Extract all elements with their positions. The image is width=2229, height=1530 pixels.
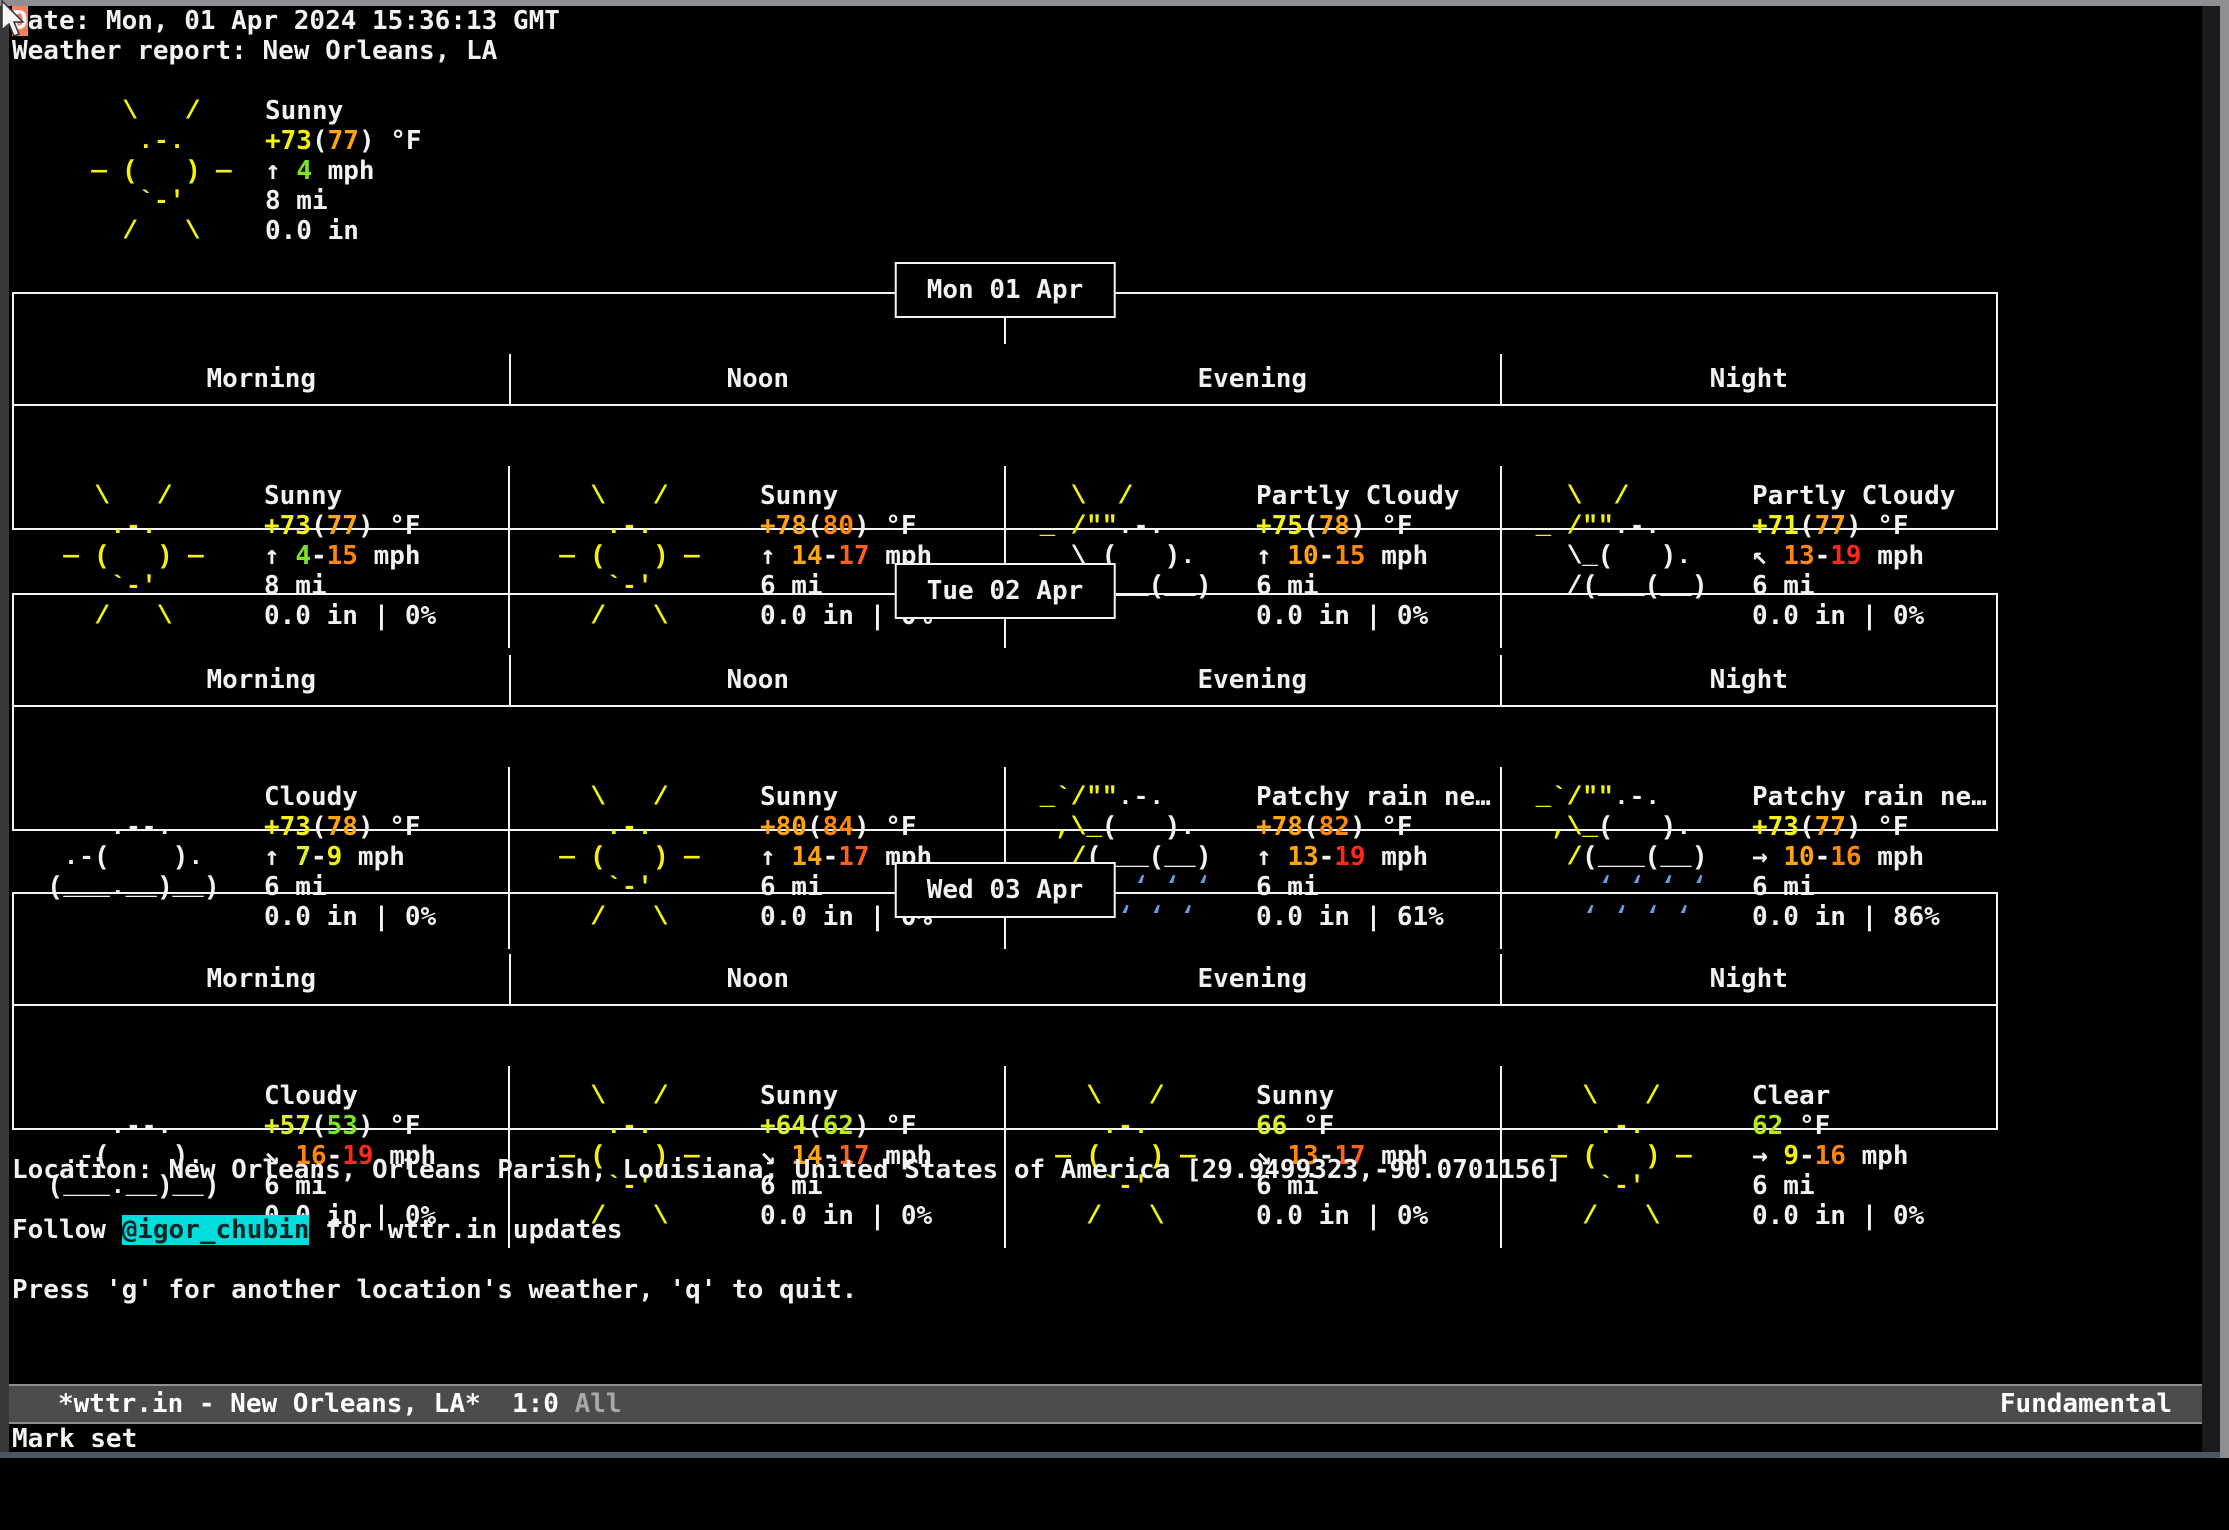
temperature-text: +80(84) °F xyxy=(760,812,932,842)
wind-text: ↑ 4-15 mph xyxy=(264,541,436,571)
temperature-text: 62 °F xyxy=(1752,1111,1924,1141)
precipitation-text: 0.0 in | 0% xyxy=(1752,1201,1924,1231)
condition-text: Sunny xyxy=(264,481,436,511)
table-header-row: Morning Noon Evening Night xyxy=(14,655,1996,707)
precipitation-text: 0.0 in | 0% xyxy=(760,1201,932,1231)
temperature-text: +75(78) °F xyxy=(1256,511,1460,541)
temperature-text: +78(80) °F xyxy=(760,511,932,541)
sunny-weather-icon: \ / .-. ― ( ) ― `-' / \ xyxy=(60,96,232,246)
visibility-text: 8 mi xyxy=(265,186,422,216)
forecast-cell-text: Clear62 °F→ 9-16 mph6 mi0.0 in | 0% xyxy=(1752,1081,1924,1231)
column-header-evening: Evening xyxy=(1005,354,1502,404)
forecast-day: Morning Noon Evening Night .--. .-( ). (… xyxy=(12,593,1998,831)
day-box-stem xyxy=(1004,318,1006,344)
condition-text: Sunny xyxy=(1256,1081,1428,1111)
condition-text: Partly Cloudy xyxy=(1752,481,1956,511)
report-line: Weather report: New Orleans, LA xyxy=(12,36,497,66)
wind-text: → 10-16 mph xyxy=(1752,842,1987,872)
condition-text: Sunny xyxy=(265,96,422,126)
condition-text: Sunny xyxy=(760,782,932,812)
temperature-text: +57(53) °F xyxy=(264,1111,436,1141)
partly-weather-icon: \ / _ /"".-. \_( ). /(___(__) xyxy=(1520,481,1707,601)
column-header-morning: Morning xyxy=(14,655,511,705)
column-header-morning: Morning xyxy=(14,354,511,404)
day-box-stem xyxy=(1004,619,1006,645)
twitter-handle[interactable]: @igor_chubin xyxy=(122,1215,310,1245)
follow-suffix: for wttr.in updates xyxy=(309,1215,622,1245)
temperature-text: +78(82) °F xyxy=(1256,812,1491,842)
precipitation-text: 0.0 in xyxy=(265,216,422,246)
column-header-noon: Noon xyxy=(511,354,1006,404)
location-line: Location: New Orleans, Orleans Parish, L… xyxy=(12,1155,1562,1185)
day-title: Wed 03 Apr xyxy=(895,862,1116,918)
condition-text: Patchy rain ne… xyxy=(1256,782,1491,812)
forecast-cell: \ / .-. ― ( ) ― `-' / \Clear62 °F→ 9-16 … xyxy=(1502,1066,1996,1248)
buffer-name: *wttr.in - New Orleans, LA* xyxy=(58,1389,481,1419)
condition-text: Sunny xyxy=(760,481,932,511)
table-header-row: Morning Noon Evening Night xyxy=(14,954,1996,1006)
temperature-text: 66 °F xyxy=(1256,1111,1428,1141)
day-title: Tue 02 Apr xyxy=(895,563,1116,619)
column-header-evening: Evening xyxy=(1005,954,1502,1004)
wind-text: ↑ 13-19 mph xyxy=(1256,842,1491,872)
mouse-cursor-icon xyxy=(0,0,30,42)
follow-line: Follow @igor_chubin for wttr.in updates xyxy=(12,1215,623,1245)
column-header-noon: Noon xyxy=(511,655,1006,705)
scroll-indicator: All xyxy=(575,1389,622,1419)
condition-text: Sunny xyxy=(760,1081,932,1111)
window-top-edge xyxy=(0,0,2229,6)
condition-text: Patchy rain ne… xyxy=(1752,782,1987,812)
condition-text: Clear xyxy=(1752,1081,1924,1111)
column-header-noon: Noon xyxy=(511,954,1006,1004)
column-header-morning: Morning xyxy=(14,954,511,1004)
wind-text: → 9-16 mph xyxy=(1752,1141,1924,1171)
column-header-evening: Evening xyxy=(1005,655,1502,705)
date-line: Date: Mon, 01 Apr 2024 15:36:13 GMT xyxy=(12,6,560,36)
current-conditions: \ / .-. ― ( ) ― `-' / \ Sunny+73(77) °F↑… xyxy=(12,96,812,246)
cloudy-weather-icon: .--. .-( ). (___.__)__) xyxy=(32,782,219,902)
temperature-text: +73(78) °F xyxy=(264,812,436,842)
temperature-text: +73(77) °F xyxy=(264,511,436,541)
temperature-text: +64(62) °F xyxy=(760,1111,932,1141)
current-conditions-text: Sunny+73(77) °F↑ 4 mph8 mi0.0 in xyxy=(265,96,422,246)
column-header-night: Night xyxy=(1502,954,1997,1004)
column-header-night: Night xyxy=(1502,354,1997,404)
wind-text: ↑ 7-9 mph xyxy=(264,842,436,872)
scrollbar-track[interactable] xyxy=(2202,6,2220,1458)
date-text: ate: Mon, 01 Apr 2024 15:36:13 GMT xyxy=(28,6,560,36)
forecast-day: Morning Noon Evening Night .--. .-( ). (… xyxy=(12,892,1998,1130)
emacs-buffer[interactable]: Date: Mon, 01 Apr 2024 15:36:13 GMT Weat… xyxy=(0,0,2229,1458)
temperature-text: +73(77) °F xyxy=(265,126,422,156)
condition-text: Cloudy xyxy=(264,1081,436,1111)
left-fringe xyxy=(0,6,9,1452)
day-box-stem xyxy=(1004,918,1006,944)
condition-text: Partly Cloudy xyxy=(1256,481,1460,511)
cursor-position: 1:0 xyxy=(512,1389,559,1419)
forecast-day: Morning Noon Evening Night \ / .-. ― ( )… xyxy=(12,292,1998,530)
column-header-night: Night xyxy=(1502,655,1997,705)
table-header-row: Morning Noon Evening Night xyxy=(14,354,1996,406)
wind-text: ↑ 10-15 mph xyxy=(1256,541,1460,571)
visibility-text: 6 mi xyxy=(1752,1171,1924,1201)
wind-text: ↖ 13-19 mph xyxy=(1752,541,1956,571)
keyhint-line: Press 'g' for another location's weather… xyxy=(12,1275,857,1305)
condition-text: Cloudy xyxy=(264,782,436,812)
temperature-text: +71(77) °F xyxy=(1752,511,1956,541)
major-mode: Fundamental xyxy=(2000,1386,2172,1422)
day-title: Mon 01 Apr xyxy=(895,262,1116,318)
emacs-modeline[interactable]: *wttr.in - New Orleans, LA* 1:0 All Fund… xyxy=(0,1384,2220,1424)
follow-prefix: Follow xyxy=(12,1215,122,1245)
wind-text: ↑ 4 mph xyxy=(265,156,422,186)
window-right-edge xyxy=(2220,6,2229,1458)
window-bottom-edge xyxy=(0,1452,2220,1458)
modeline-left: *wttr.in - New Orleans, LA* 1:0 All xyxy=(58,1386,622,1422)
echo-area-message: Mark set xyxy=(12,1424,137,1454)
precipitation-text: 0.0 in | 0% xyxy=(1256,1201,1428,1231)
temperature-text: +73(77) °F xyxy=(1752,812,1987,842)
